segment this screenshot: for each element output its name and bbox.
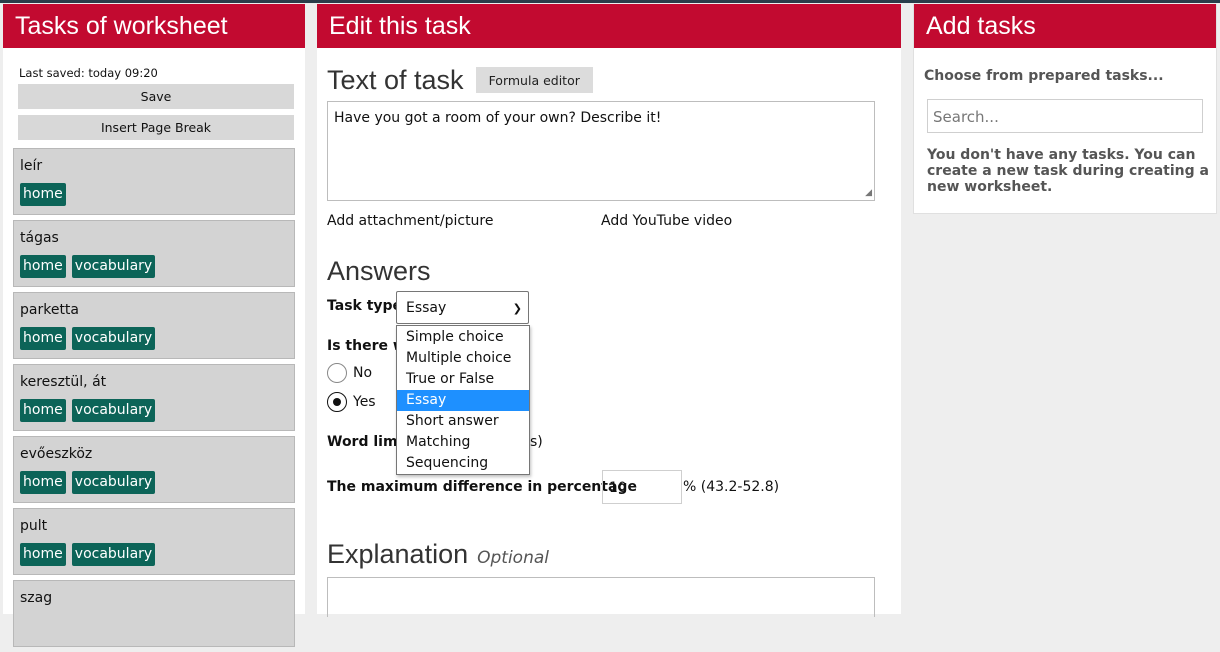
task-name: leír [20,158,43,174]
choose-prepared-tasks-label: Choose from prepared tasks... [924,68,1164,84]
word-limit-suffix: s) [530,434,543,450]
dropdown-option-simple-choice[interactable]: Simple choice [397,327,529,348]
task-type-select[interactable]: Essay ❯ [396,291,529,324]
task-card[interactable]: keresztül, át home vocabulary [13,364,295,431]
radio-label-no: No [353,365,373,381]
edit-task-panel: Edit this task Text of task Formula edit… [317,4,901,617]
tag-badge: home [20,255,66,278]
word-limit-label: Word limi [327,434,403,450]
task-card[interactable]: parketta home vocabulary [13,292,295,359]
task-list: leír home tágas home vocabulary parketta… [13,148,295,652]
top-border [0,0,1220,3]
percentage-range: % (43.2-52.8) [683,479,780,495]
worksheet-tasks-title: Tasks of worksheet [3,4,305,48]
add-youtube-video-link[interactable]: Add YouTube video [601,213,732,229]
max-difference-label: The maximum difference in percentage [327,479,637,495]
resize-grip-icon[interactable]: ◢ [865,189,872,198]
task-name: evőeszköz [20,446,93,462]
task-name: tágas [20,230,59,246]
dropdown-option-essay[interactable]: Essay [397,390,529,411]
dropdown-option-true-or-false[interactable]: True or False [397,369,529,390]
edit-task-title: Edit this task [317,4,901,48]
task-card[interactable]: pult home vocabulary [13,508,295,575]
radio-option-yes[interactable]: Yes [327,391,376,413]
explanation-heading-row: Explanation Optional [327,539,549,570]
tag-badge: vocabulary [71,399,156,422]
formula-editor-button[interactable]: Formula editor [475,67,593,93]
tag-list: home vocabulary [20,399,294,423]
task-name: parketta [20,302,80,318]
explanation-heading: Explanation [327,539,469,569]
explanation-input[interactable] [327,577,875,617]
answers-heading: Answers [327,256,431,286]
dropdown-option-matching[interactable]: Matching [397,432,529,453]
tag-badge: home [20,399,66,422]
insert-page-break-button[interactable]: Insert Page Break [18,115,294,140]
task-name: szag [20,590,53,606]
tag-badge: vocabulary [71,255,156,278]
task-card[interactable]: tágas home vocabulary [13,220,295,287]
radio-label-yes: Yes [353,394,376,410]
save-button[interactable]: Save [18,84,294,109]
task-text-input[interactable]: Have you got a room of your own? Describ… [327,101,875,201]
dropdown-option-multiple-choice[interactable]: Multiple choice [397,348,529,369]
add-attachment-link[interactable]: Add attachment/picture [327,213,494,229]
radio-button-no[interactable] [327,363,347,383]
tag-list: home vocabulary [20,255,294,279]
task-name: pult [20,518,48,534]
tag-badge: home [20,183,66,206]
no-tasks-message: You don't have any tasks. You can create… [927,147,1209,195]
tag-badge: home [20,327,66,350]
optional-label: Optional [477,548,549,568]
text-of-task-row: Text of task Formula editor [327,62,593,98]
task-card[interactable]: leír home [13,148,295,215]
dropdown-option-sequencing[interactable]: Sequencing [397,453,529,474]
tag-badge: vocabulary [71,327,156,350]
task-card[interactable]: evőeszköz home vocabulary [13,436,295,503]
text-of-task-heading: Text of task [327,64,464,95]
chevron-down-icon: ❯ [512,302,522,315]
task-text-value: Have you got a room of your own? Describ… [334,110,662,126]
radio-button-yes[interactable] [327,392,347,412]
tag-list: home vocabulary [20,471,294,495]
task-name: keresztül, át [20,374,107,390]
add-tasks-panel: Add tasks Choose from prepared tasks... … [913,4,1217,214]
tag-badge: home [20,471,66,494]
tag-list: home vocabulary [20,327,294,351]
add-tasks-title: Add tasks [914,4,1216,48]
worksheet-tasks-panel: Tasks of worksheet Last saved: today 09:… [3,4,305,647]
dropdown-option-short-answer[interactable]: Short answer [397,411,529,432]
task-type-dropdown-list: Simple choice Multiple choice True or Fa… [396,325,530,475]
tag-badge: vocabulary [71,471,156,494]
radio-option-no[interactable]: No [327,362,372,384]
last-saved-status: Last saved: today 09:20 [19,66,158,80]
search-input[interactable]: Search... [927,99,1203,133]
tag-list: home [20,183,294,207]
tag-badge: home [20,543,66,566]
tag-badge: vocabulary [71,543,156,566]
tag-list: home vocabulary [20,543,294,567]
max-difference-input[interactable]: 10 [602,470,682,504]
task-type-label: Task type [327,298,403,314]
task-type-selected-value: Essay [406,300,447,316]
